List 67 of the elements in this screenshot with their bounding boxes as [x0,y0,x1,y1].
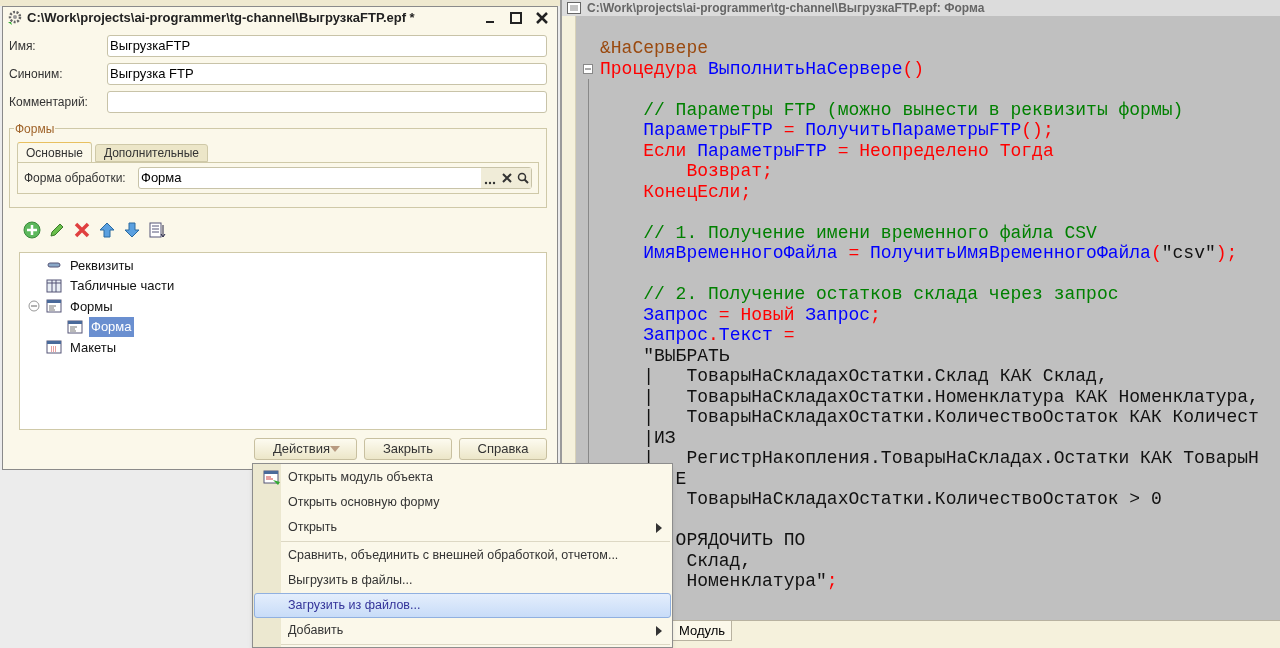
input-field[interactable] [107,91,547,113]
code-line: Если ПараметрыFTP = Неопределено Тогда [642,140,1055,161]
field-label: Форма обработки: [24,170,127,187]
code-line: | ТоварыНаСкладахОстатки.Номенклатура КАК Номенклатура, [642,386,1260,407]
code-line: Запрос.Текст = [642,325,796,346]
search-icon[interactable] [515,168,531,188]
tree-item[interactable]: Реквизиты [68,255,136,275]
layout-icon [46,339,62,356]
field-label: Синоним: [9,66,64,83]
menu-item[interactable]: Открыть основную форму [254,490,671,515]
code-line: | ТоварыНаСкладахОстатки.КоличествоОстаток КАК Количест [642,407,1260,428]
tree-item[interactable]: Макеты [68,337,119,357]
code-line: |ИЗ [642,427,677,448]
module-icon [262,469,281,486]
menu-item[interactable]: Добавить [254,618,671,643]
form-icon [46,298,62,315]
code-line: "ВЫБРАТЬ [642,345,731,366]
tree-item[interactable]: Табличные части [68,276,177,296]
code-line: Запрос = Новый Запрос; [642,304,882,325]
sort-list-icon[interactable] [148,221,166,239]
code-line: ТоварыНаСкладахОстатки.КоличествоОстаток > 0 [685,489,1163,510]
fold-icon[interactable] [583,63,593,74]
select-field[interactable]: Форма [138,167,532,189]
maximize-icon[interactable] [509,11,523,25]
pencil-icon[interactable] [48,221,66,239]
action-button[interactable]: Справка [459,438,547,460]
code-line: ПараметрыFTP = ПолучитьПараметрыFTP(); [642,120,1055,141]
code-line: // 2. Получение остатков склада через запрос [642,284,1120,305]
delete-icon[interactable] [73,221,91,239]
module-icon [567,2,581,14]
close-icon[interactable] [535,11,549,25]
tab[interactable]: Дополнительные [94,144,208,162]
down-arrow-icon[interactable] [123,221,141,239]
tab[interactable]: Основные [17,142,92,162]
code-line: ОРЯДОЧИТЬ ПО [674,530,807,551]
code-line: Номенклатура"; [685,571,839,592]
tree-item[interactable]: Формы [68,296,115,316]
code-line: // Параметры FTP (можно вынести в реквизиты формы) [642,99,1185,120]
menu-item[interactable]: Выгрузить в файлы... [254,568,671,593]
action-button[interactable]: Закрыть [364,438,452,460]
code-line: | ТоварыНаСкладахОстатки.Склад КАК Склад, [642,366,1109,387]
code-line: &НаСервере [600,38,710,59]
input-field[interactable]: Выгрузка FTP [107,63,547,85]
form-icon [67,318,83,335]
menu-item[interactable]: Сравнить, объединить с внешней обработкой, отчетом... [254,543,671,568]
code-line: ИмяВременногоФайла = ПолучитьИмяВременногоФайла("csv"); [642,243,1239,264]
ellipsis-icon[interactable] [481,168,499,188]
caret-icon [330,446,340,452]
field-label: Имя: [9,38,37,55]
code-line: // 1. Получение имени временного файла CSV [642,222,1098,243]
menu-item[interactable]: Открыть модуль объекта [254,465,671,490]
code-line: Процедура ВыполнитьНаСервере() [600,58,926,79]
input-field[interactable]: ВыгрузкаFTP [107,35,547,57]
menu-item[interactable]: Загрузить из файлов... [254,593,671,618]
action-button[interactable]: Действия [254,438,357,460]
gear-icon [7,10,23,26]
window-title: C:\Work\projects\ai-programmer\tg-channel\ВыгрузкаFTP.epf: Форма [587,0,985,17]
code-line: Возврат; [685,161,774,182]
table-icon [46,277,62,294]
menu-item[interactable]: Открыть [254,515,671,540]
add-icon[interactable] [23,221,41,239]
field-label: Комментарий: [9,94,89,111]
code-line: КонецЕсли; [642,181,753,202]
window-title: C:\Work\projects\ai-programmer\tg-channel\ВыгрузкаFTP.epf * [27,9,415,28]
up-arrow-icon[interactable] [98,221,116,239]
tab[interactable]: Модуль [672,621,733,641]
code-line: Е [674,468,688,489]
